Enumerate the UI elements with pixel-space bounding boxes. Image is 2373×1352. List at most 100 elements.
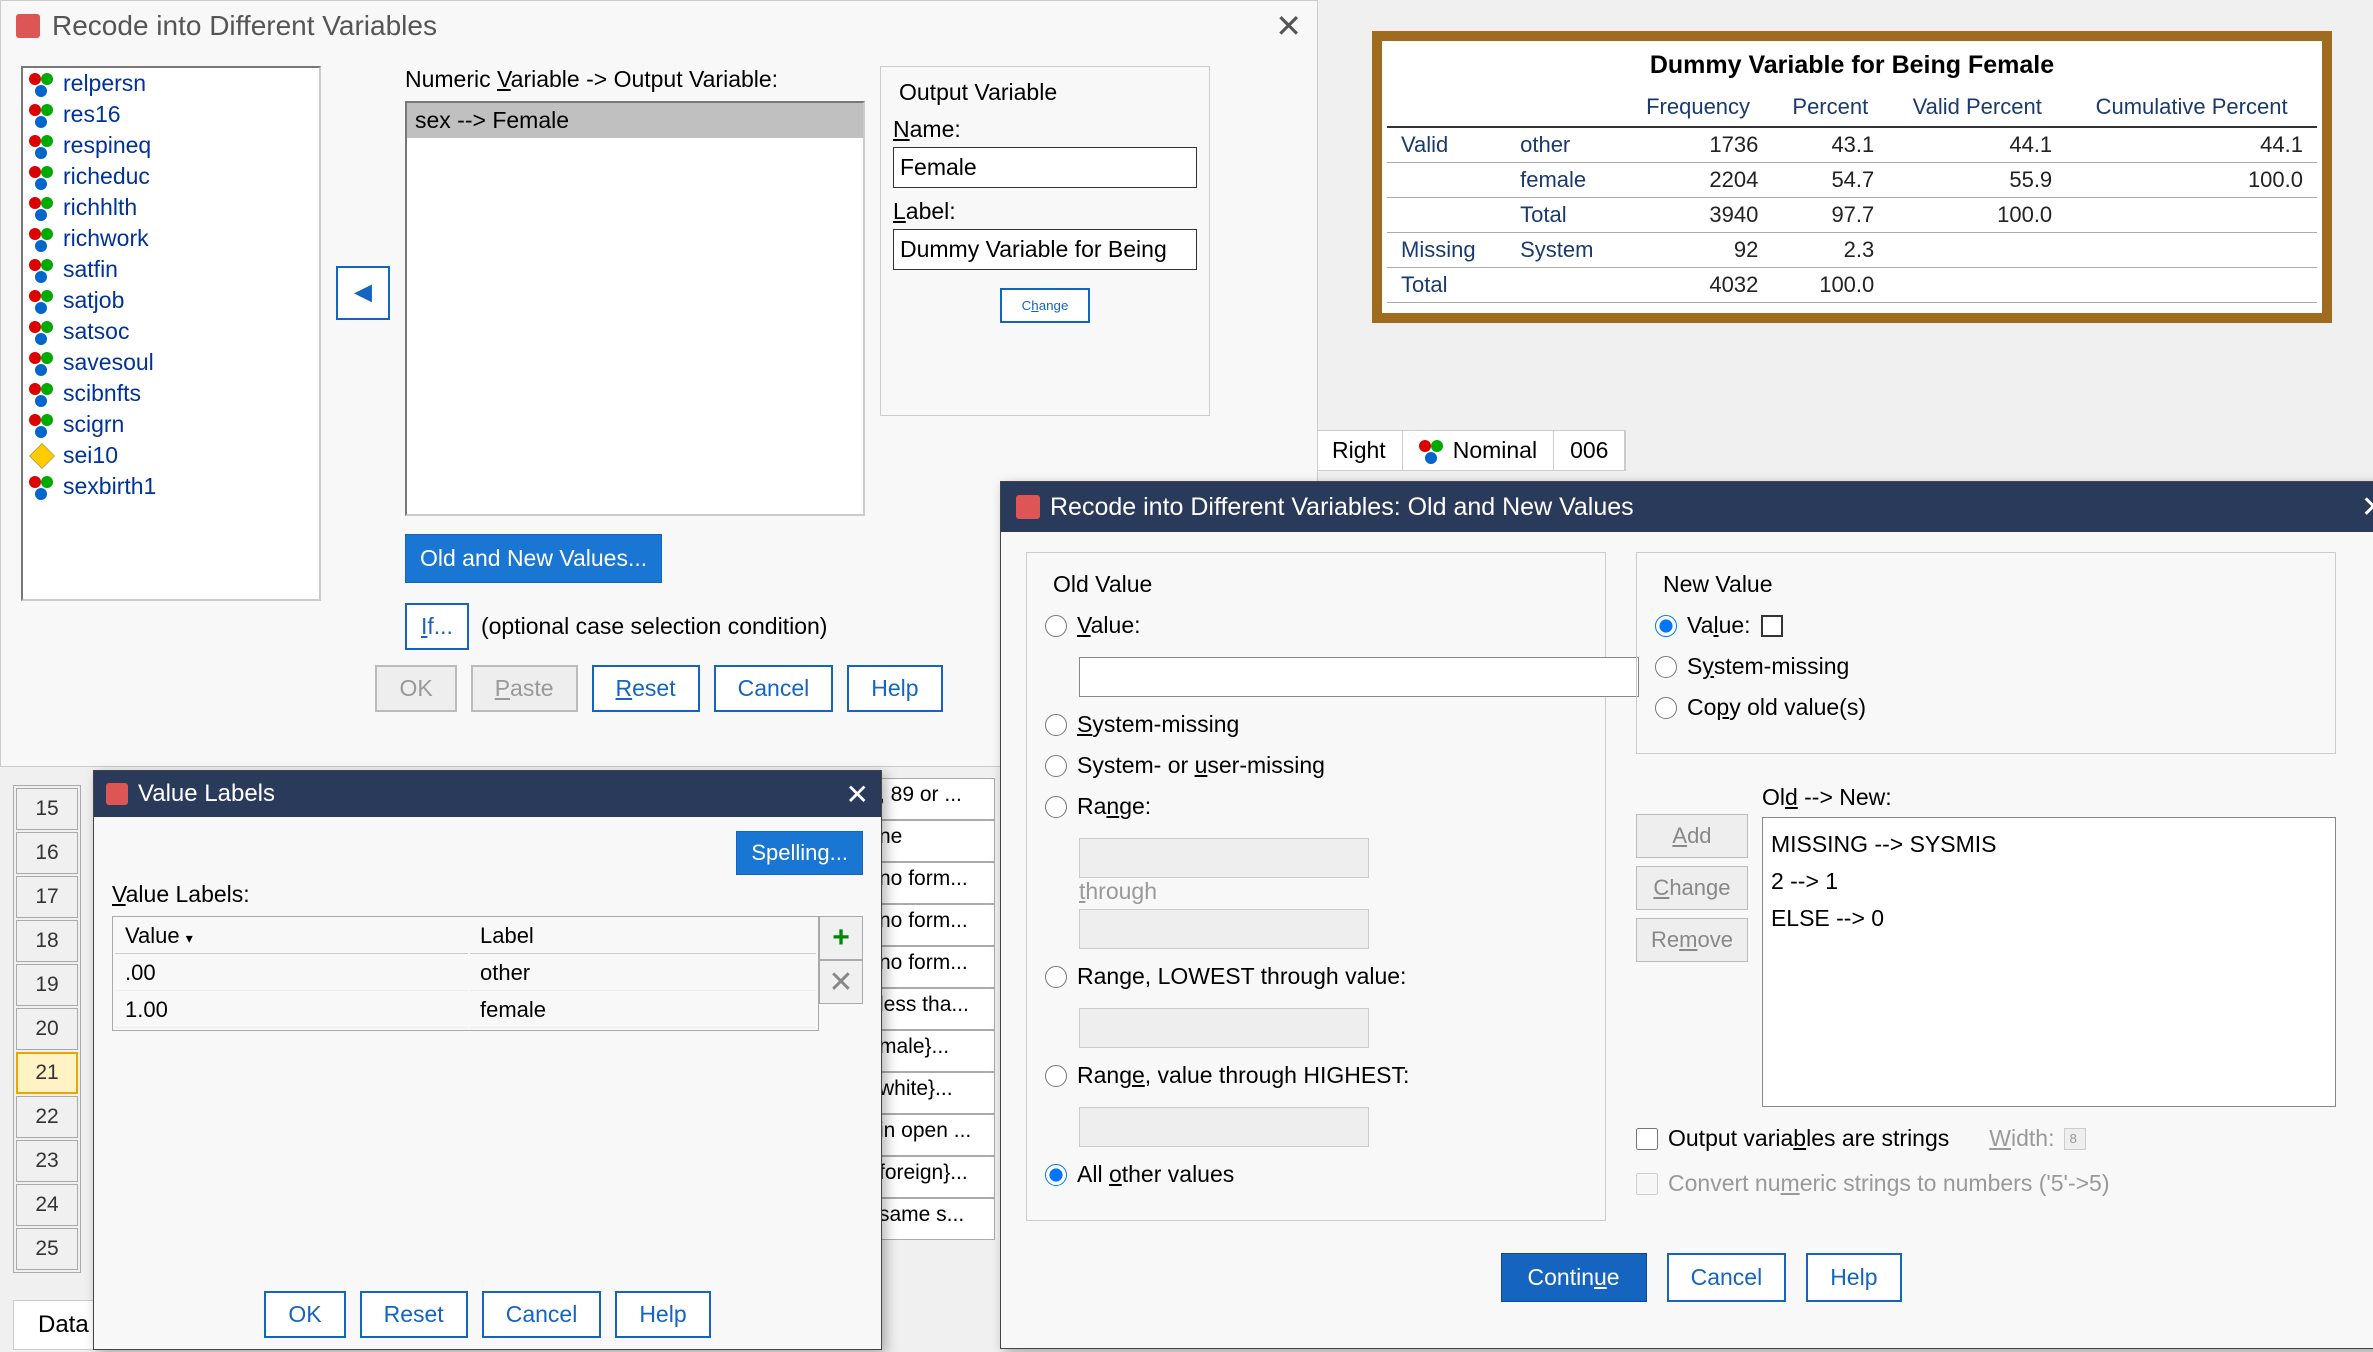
help-button[interactable]: Help (1806, 1253, 1901, 1302)
var-scigrn[interactable]: scigrn (23, 409, 319, 440)
width-label: Width: (1989, 1125, 2054, 1152)
col-label[interactable]: Label (470, 919, 816, 954)
var-scibnfts[interactable]: scibnfts (23, 378, 319, 409)
close-icon[interactable]: ✕ (846, 778, 869, 811)
var-satfin[interactable]: satfin (23, 254, 319, 285)
value-labels-table[interactable]: Value ▾Label .00other 1.00female (112, 916, 819, 1031)
var-res16[interactable]: res16 (23, 99, 319, 130)
ok-button[interactable]: OK (264, 1291, 345, 1338)
frag-4: no form... (872, 946, 995, 988)
old-value-radio[interactable] (1045, 615, 1067, 637)
convert-numeric-checkbox (1636, 1173, 1658, 1195)
paste-button: Paste (471, 665, 578, 712)
row-17[interactable]: 17 (16, 876, 78, 918)
map-sex-female[interactable]: sex --> Female (407, 103, 863, 138)
row-22[interactable]: 22 (16, 1096, 78, 1138)
cancel-button[interactable]: Cancel (482, 1291, 602, 1338)
row-15[interactable]: 15 (16, 788, 78, 830)
var-satjob[interactable]: satjob (23, 285, 319, 316)
mapping-else-0[interactable]: ELSE --> 0 (1771, 900, 2327, 937)
measure-nominal[interactable]: Nominal (1403, 431, 1554, 470)
var-sei10[interactable]: sei10 (23, 440, 319, 471)
col-percent: Percent (1772, 88, 1888, 127)
output-group-label: Output Variable (893, 79, 1063, 106)
row-24[interactable]: 24 (16, 1184, 78, 1226)
var-satsoc[interactable]: satsoc (23, 316, 319, 347)
help-button[interactable]: Help (615, 1291, 710, 1338)
cancel-button[interactable]: Cancel (714, 665, 834, 712)
new-value-input[interactable] (1761, 615, 1783, 637)
change-button[interactable]: Change (1000, 288, 1091, 323)
row-19[interactable]: 19 (16, 964, 78, 1006)
move-left-button[interactable]: ◄ (336, 266, 390, 320)
frag-7: white}... (872, 1072, 995, 1114)
row-21-selected[interactable]: 21 (16, 1052, 78, 1094)
old-value-group: Old Value Value: System-missing System- … (1026, 552, 1606, 1221)
reset-button[interactable]: Reset (360, 1291, 468, 1338)
old-range-radio[interactable] (1045, 796, 1067, 818)
var-richwork[interactable]: richwork (23, 223, 319, 254)
old-sysuser-radio[interactable] (1045, 755, 1067, 777)
range-lowest-input (1079, 1008, 1369, 1048)
old-new-values-dialog: Recode into Different Variables: Old and… (1000, 481, 2373, 1349)
cancel-button[interactable]: Cancel (1667, 1253, 1787, 1302)
output-strings-checkbox[interactable] (1636, 1128, 1658, 1150)
if-button[interactable]: If... (405, 603, 469, 650)
row-18[interactable]: 18 (16, 920, 78, 962)
table-row: 1.00female (115, 993, 816, 1028)
range-from-input (1079, 838, 1369, 878)
dialog-titlebar[interactable]: Recode into Different Variables ✕ (1, 1, 1317, 51)
dialog-title: Recode into Different Variables (52, 10, 437, 42)
row-25[interactable]: 25 (16, 1228, 78, 1270)
new-value-radio[interactable] (1655, 615, 1677, 637)
label-input[interactable] (893, 229, 1197, 270)
label-label: Label: (893, 198, 1197, 225)
row-20[interactable]: 20 (16, 1008, 78, 1050)
reset-button[interactable]: Reset (592, 665, 700, 712)
help-button[interactable]: Help (847, 665, 942, 712)
variable-list[interactable]: relpersn res16 respineq richeduc richhlt… (21, 66, 321, 601)
new-sysmiss-radio[interactable] (1655, 656, 1677, 678)
var-respineq[interactable]: respineq (23, 130, 319, 161)
var-savesoul[interactable]: savesoul (23, 347, 319, 378)
continue-button[interactable]: Continue (1501, 1253, 1647, 1302)
dialog-titlebar[interactable]: Value Labels ✕ (94, 771, 881, 817)
dialog-titlebar[interactable]: Recode into Different Variables: Old and… (1001, 482, 2373, 532)
old-allother-radio[interactable] (1045, 1164, 1067, 1186)
measure-row: Right Nominal 006 (1315, 430, 1626, 471)
new-copy-radio[interactable] (1655, 697, 1677, 719)
cat-total: Total (1506, 198, 1624, 233)
old-range-lowest-radio[interactable] (1045, 966, 1067, 988)
mapping-missing[interactable]: MISSING --> SYSMIS (1771, 826, 2327, 863)
var-relpersn[interactable]: relpersn (23, 68, 319, 99)
var-sexbirth1[interactable]: sexbirth1 (23, 471, 319, 502)
spelling-button[interactable]: Spelling... (736, 831, 863, 875)
name-input[interactable] (893, 147, 1197, 188)
frag-0: , 89 or ... (872, 778, 995, 820)
mapping-2-1[interactable]: 2 --> 1 (1771, 863, 2327, 900)
col-frequency: Frequency (1624, 88, 1773, 127)
dialog-title: Recode into Different Variables: Old and… (1050, 493, 1634, 522)
old-value-input[interactable] (1079, 657, 1639, 697)
row-16[interactable]: 16 (16, 832, 78, 874)
close-icon[interactable]: ✕ (2361, 490, 2373, 525)
old-range-highest-radio[interactable] (1045, 1065, 1067, 1087)
remove-mapping-button: Remove (1636, 918, 1748, 962)
mapping-list[interactable]: sex --> Female (405, 101, 865, 516)
add-row-button[interactable]: + (819, 916, 863, 960)
var-richeduc[interactable]: richeduc (23, 161, 319, 192)
col-value[interactable]: Value ▾ (115, 919, 468, 954)
frag-8: in open ... (872, 1114, 995, 1156)
mapping-listbox[interactable]: MISSING --> SYSMIS 2 --> 1 ELSE --> 0 (1762, 817, 2336, 1107)
value-labels-dialog: Value Labels ✕ Spelling... Value Labels:… (93, 770, 882, 1350)
old-sysmiss-radio[interactable] (1045, 714, 1067, 736)
output-frequency-table: Dummy Variable for Being Female Frequenc… (1372, 31, 2332, 323)
frag-9: foreign}... (872, 1156, 995, 1198)
align-right[interactable]: Right (1316, 431, 1403, 470)
close-icon[interactable]: ✕ (1275, 7, 1302, 45)
row-23[interactable]: 23 (16, 1140, 78, 1182)
code-006[interactable]: 006 (1554, 431, 1625, 470)
old-new-values-button[interactable]: Old and New Values... (405, 534, 662, 583)
remove-row-button[interactable]: ✕ (819, 960, 863, 1004)
var-richhlth[interactable]: richhlth (23, 192, 319, 223)
